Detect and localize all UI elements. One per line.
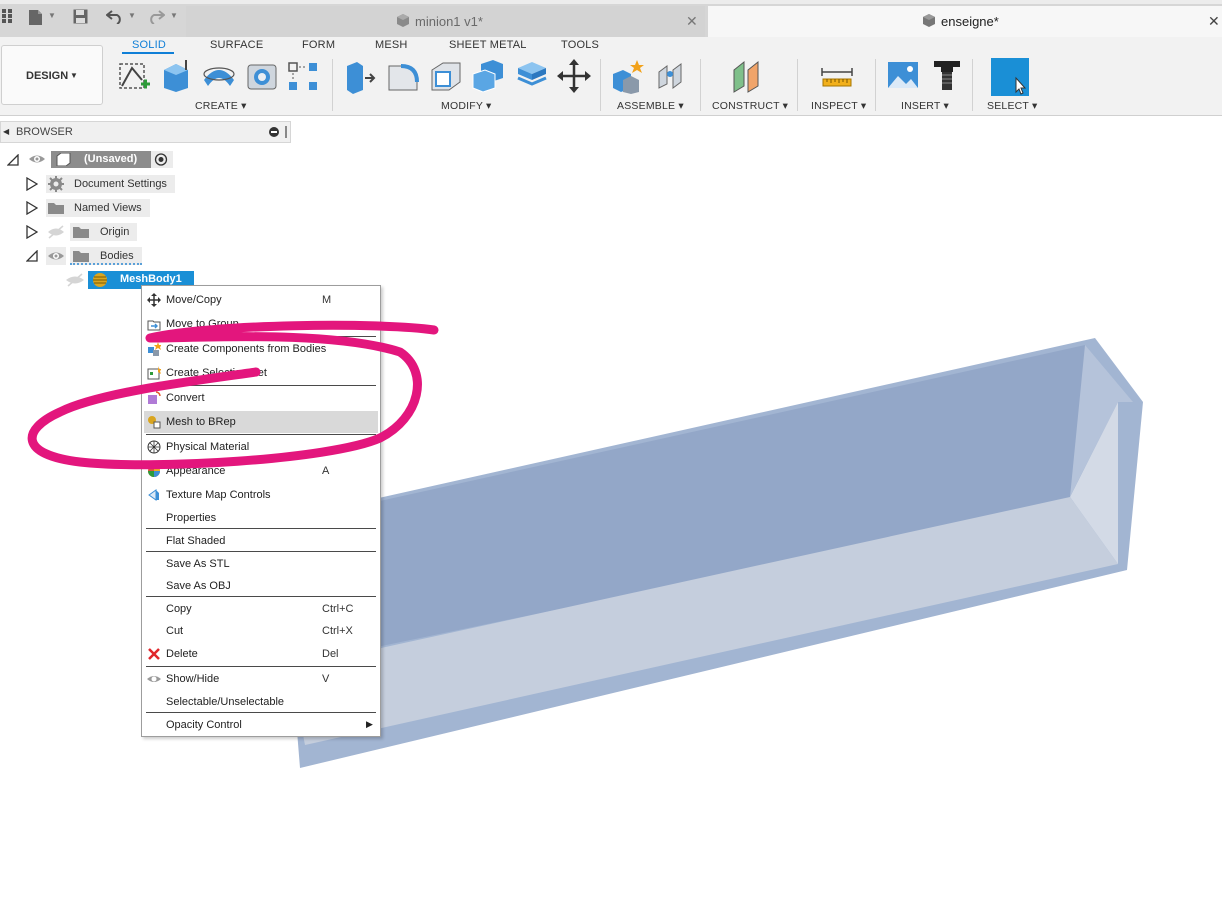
menu-separator (146, 385, 376, 386)
menu-separator (146, 528, 376, 529)
texture-map-icon (147, 488, 161, 502)
menu-item-save-as-obj[interactable]: Save As OBJ (144, 575, 378, 597)
appearance-icon (147, 464, 161, 478)
menu-item-physical-material[interactable]: Physical Material (144, 436, 378, 458)
menu-separator (146, 596, 376, 597)
convert-icon (147, 391, 161, 405)
menu-item-move-copy[interactable]: Move/Copy M (144, 289, 378, 311)
menu-item-copy[interactable]: Copy Ctrl+C (144, 598, 378, 620)
menu-separator (146, 712, 376, 713)
submenu-arrow-icon: ▶ (366, 719, 373, 729)
menu-item-appearance[interactable]: Appearance A (144, 460, 378, 482)
menu-item-save-as-stl[interactable]: Save As STL (144, 553, 378, 575)
delete-icon (147, 647, 161, 661)
menu-item-delete[interactable]: Delete Del (144, 643, 378, 665)
menu-item-flat-shaded[interactable]: Flat Shaded (144, 530, 378, 552)
menu-item-properties[interactable]: Properties (144, 507, 378, 529)
menu-item-selectable[interactable]: Selectable/Unselectable (144, 691, 378, 713)
menu-separator (146, 434, 376, 435)
menu-item-mesh-to-brep[interactable]: Mesh to BRep (144, 411, 378, 433)
eye-icon (147, 672, 161, 686)
menu-item-cut[interactable]: Cut Ctrl+X (144, 620, 378, 642)
menu-item-texture-map-controls[interactable]: Texture Map Controls (144, 484, 378, 506)
model-body[interactable] (280, 338, 1143, 768)
menu-separator (146, 551, 376, 552)
new-component-icon (147, 342, 162, 356)
menu-item-move-to-group[interactable]: Move to Group (144, 313, 378, 335)
context-menu: Move/Copy M Move to Group Create Compone… (141, 285, 381, 737)
mesh-to-brep-icon (147, 415, 161, 429)
selection-set-icon (147, 366, 162, 380)
menu-separator (146, 666, 376, 667)
menu-item-create-components[interactable]: Create Components from Bodies (144, 338, 378, 360)
menu-item-opacity-control[interactable]: Opacity Control ▶ (144, 714, 378, 736)
menu-item-show-hide[interactable]: Show/Hide V (144, 668, 378, 690)
menu-item-convert[interactable]: Convert (144, 387, 378, 409)
move-to-group-icon (147, 317, 161, 331)
menu-separator (146, 336, 376, 337)
physical-material-icon (147, 440, 161, 454)
move-icon (147, 293, 161, 307)
menu-item-create-selection-set[interactable]: Create Selection Set (144, 362, 378, 384)
